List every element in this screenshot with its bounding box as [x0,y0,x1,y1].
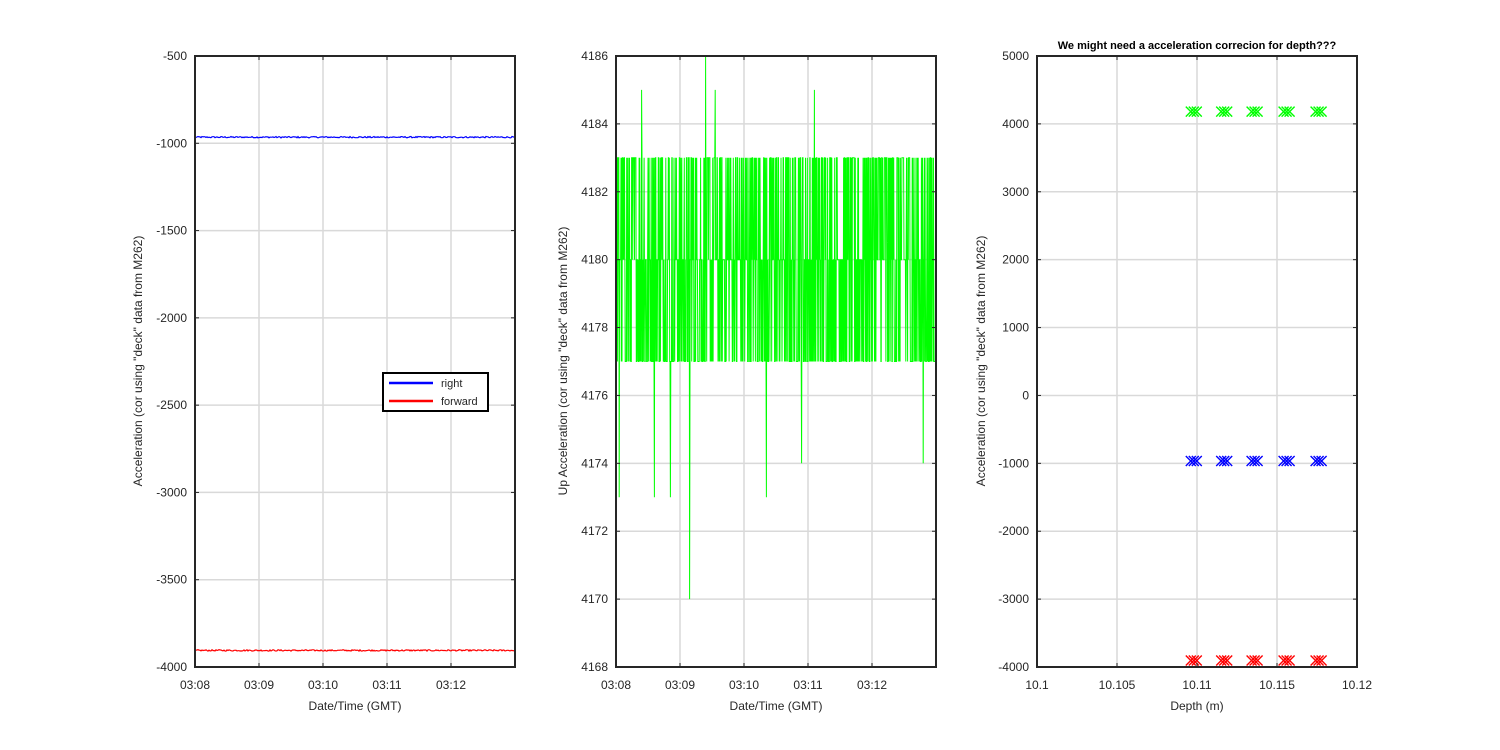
y-tick-label: 4172 [581,524,608,538]
y-tick-label: -1000 [998,456,1029,470]
axes-left-xlabel: Date/Time (GMT) [309,699,402,713]
axes-right: 5000 4000 3000 2000 1000 0 -1000 -2000 -3000 -400… [974,40,1372,713]
legend-label-right: right [441,378,462,390]
x-tick-label: 10.1 [1025,678,1049,692]
y-tick-label: 4180 [581,253,608,267]
y-tick-label: 4174 [581,456,608,470]
y-tick-label: -500 [163,49,187,63]
x-tick-label: 03:10 [729,678,759,692]
y-tick-label: 3000 [1002,185,1029,199]
axes-right-ylabel: Acceleration (cor using "deck" data from… [974,236,988,487]
y-tick-label: -4000 [998,660,1029,674]
x-tick-label: 03:11 [793,678,822,692]
y-tick-label: 5000 [1002,49,1029,63]
y-tick-label: 4168 [581,660,608,674]
figure: -500 -1000 -1500 -2000 -2500 -3000 -3500 -4000 0… [131,40,1372,713]
x-tick-label: 03:08 [601,678,631,692]
y-tick-label: -2000 [998,524,1029,538]
y-tick-label: -3000 [156,485,187,499]
y-tick-label: 4178 [581,321,608,335]
x-tick-label: 03:09 [665,678,695,692]
x-tick-label: 10.115 [1259,678,1295,692]
axes-left-background [195,56,515,667]
x-tick-label: 03:08 [180,678,210,692]
y-tick-label: -1000 [156,136,187,150]
y-tick-label: 4186 [581,49,608,63]
y-tick-label: 4182 [581,185,608,199]
x-tick-label: 03:12 [857,678,887,692]
y-tick-label: 0 [1022,388,1029,402]
axes-middle-ylabel: Up Acceleration (cor using "deck" data f… [556,227,570,496]
y-tick-label: -2000 [156,311,187,325]
x-tick-label: 03:12 [436,678,466,692]
legend-label-forward: forward [441,396,478,408]
axes-right-xlabel: Depth (m) [1170,699,1223,713]
y-tick-label: 4170 [581,592,608,606]
legend: right forward [382,372,489,412]
y-tick-label: -3000 [998,592,1029,606]
y-tick-label: 4176 [581,388,608,402]
axes-left: -500 -1000 -1500 -2000 -2500 -3000 -3500 -4000 0… [131,49,516,713]
y-tick-label: -2500 [156,398,187,412]
x-tick-label: 03:09 [244,678,274,692]
axes-middle: 4186 4184 4182 4180 4178 4176 4174 4172 4170 4168… [556,49,937,713]
y-tick-label: -3500 [156,573,187,587]
x-tick-label: 03:11 [372,678,401,692]
x-tick-label: 10.12 [1342,678,1372,692]
y-tick-label: -1500 [156,224,187,238]
y-tick-label: 2000 [1002,253,1029,267]
y-tick-label: -4000 [156,660,187,674]
x-tick-label: 10.105 [1099,678,1136,692]
y-tick-label: 4184 [581,117,608,131]
x-tick-label: 10.11 [1182,678,1211,692]
axes-right-title: We might need a acceleration correcion f… [1058,40,1337,52]
y-tick-label: 1000 [1002,321,1029,335]
axes-middle-xlabel: Date/Time (GMT) [730,699,823,713]
x-tick-label: 03:10 [308,678,338,692]
y-tick-label: 4000 [1002,117,1029,131]
axes-left-ylabel: Acceleration (cor using "deck" data from… [131,236,145,487]
